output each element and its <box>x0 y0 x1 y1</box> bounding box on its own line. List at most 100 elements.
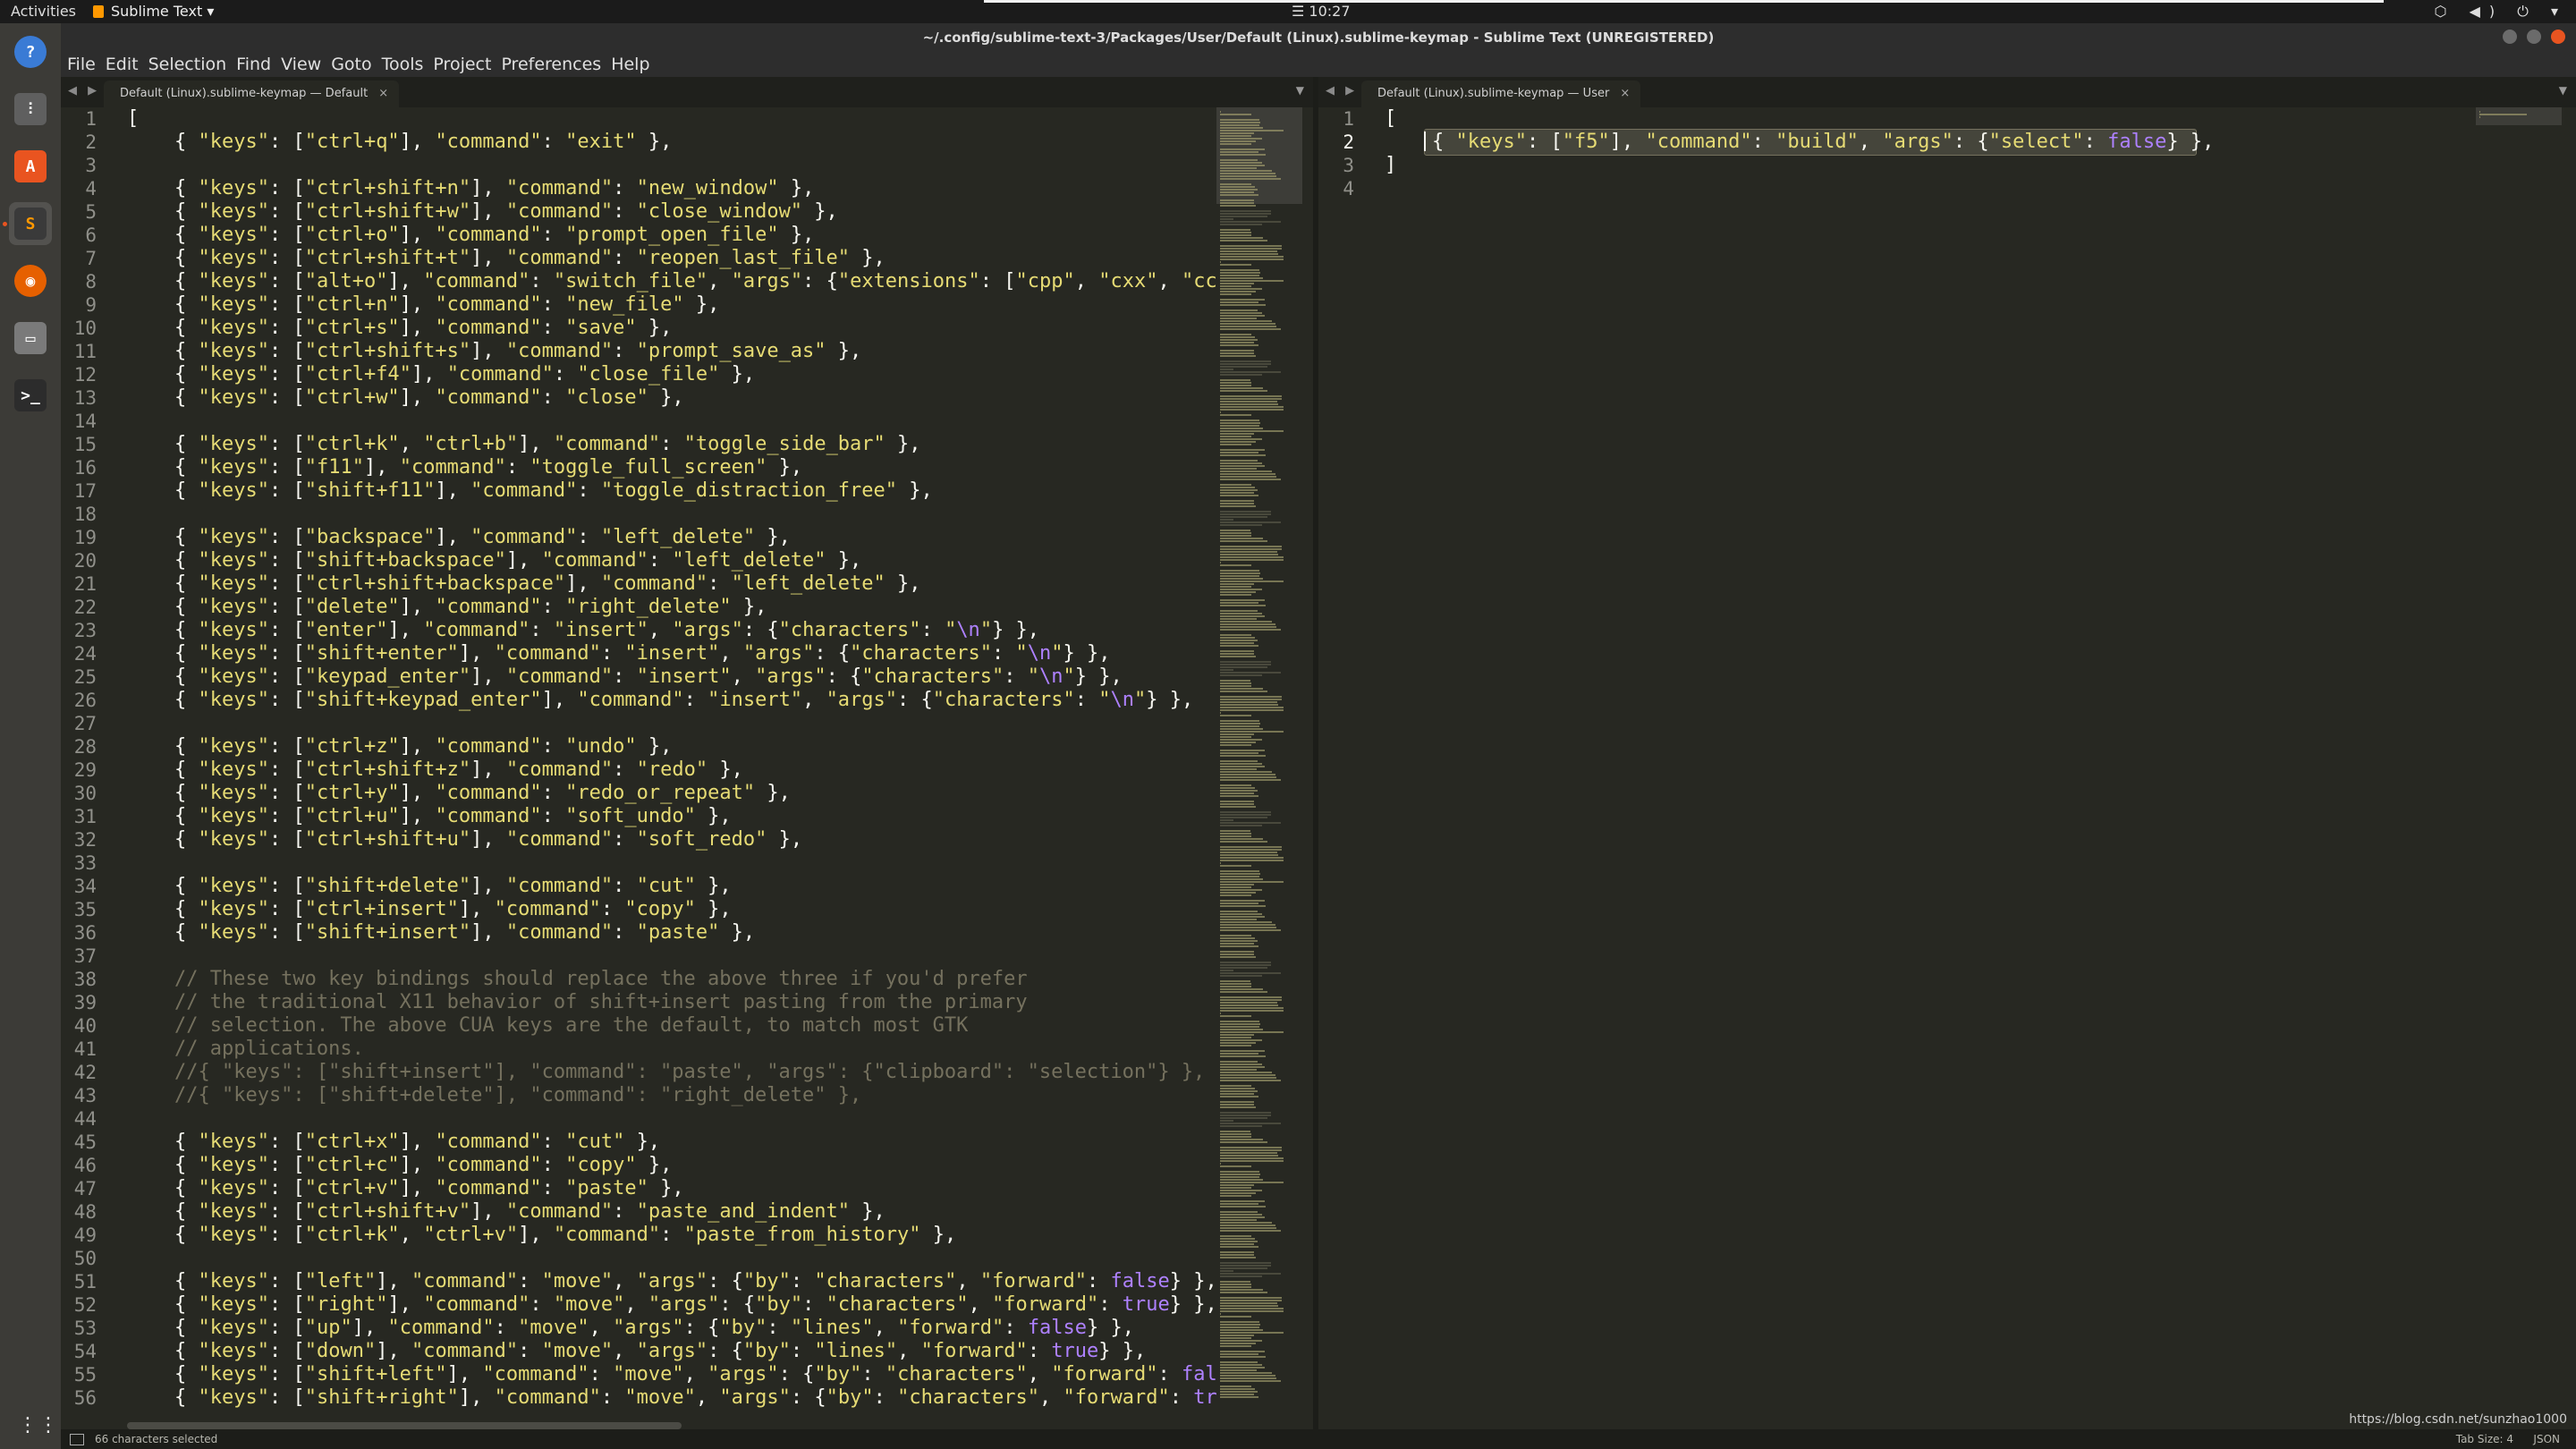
code-line[interactable]: { "keys": ["ctrl+shift+v"], "command": "… <box>127 1200 1188 1224</box>
dock-firefox[interactable]: ◉ <box>9 259 52 302</box>
tab-dropdown-icon[interactable]: ▼ <box>2559 84 2567 97</box>
right-editor-pane[interactable]: 1234 [ { "keys": ["f5"], "command": "bui… <box>1318 107 2576 1429</box>
menu-find[interactable]: Find <box>232 52 275 77</box>
left-editor-pane[interactable]: 1 2 3 4 5 6 7 8 9 10 11 12 13 14 15 16 17 18 19 20 21 22 23 24 2… <box>61 107 1313 1429</box>
code-line[interactable]: { "keys": ["f5"], "command": "build", "a… <box>1385 131 2478 154</box>
code-line[interactable]: { "keys": ["left"], "command": "move", "… <box>127 1270 1217 1293</box>
code-line[interactable] <box>127 1247 1188 1270</box>
menu-help[interactable]: Help <box>606 52 653 77</box>
code-line[interactable] <box>127 410 1188 433</box>
code-line[interactable] <box>127 503 1188 526</box>
code-line[interactable]: { "keys": ["alt+o"], "command": "switch_… <box>127 270 1241 293</box>
code-line[interactable] <box>1385 177 2478 200</box>
code-line[interactable]: { "keys": ["ctrl+n"], "command": "new_fi… <box>127 293 1188 317</box>
code-line[interactable]: { "keys": ["ctrl+z"], "command": "undo" … <box>127 735 1188 758</box>
code-line[interactable] <box>127 712 1188 735</box>
code-line[interactable]: { "keys": ["ctrl+k", "ctrl+v"], "command… <box>127 1224 1188 1247</box>
code-line[interactable]: { "keys": ["ctrl+shift+u"], "command": "… <box>127 828 1188 852</box>
code-line[interactable]: { "keys": ["ctrl+w"], "command": "close"… <box>127 386 1188 410</box>
code-line[interactable] <box>127 945 1188 968</box>
code-line[interactable] <box>127 154 1188 177</box>
app-menu[interactable]: Sublime Text ▾ <box>93 3 214 20</box>
code-line[interactable]: { "keys": ["ctrl+shift+t"], "command": "… <box>127 247 1188 270</box>
code-line[interactable]: { "keys": ["ctrl+v"], "command": "paste"… <box>127 1177 1188 1200</box>
close-window-button[interactable] <box>2551 30 2565 44</box>
horizontal-scrollbar[interactable] <box>127 1422 682 1429</box>
code-line[interactable]: { "keys": ["enter"], "command": "insert"… <box>127 619 1188 642</box>
code-line[interactable]: // applications. <box>127 1038 1188 1061</box>
close-tab-icon[interactable]: × <box>1620 87 1630 100</box>
dock-sublime-text[interactable]: S <box>9 202 52 245</box>
dock-help[interactable]: ? <box>9 30 52 73</box>
tab-user-keymap[interactable]: Default (Linux).sublime-keymap — User × <box>1361 80 1641 107</box>
code-line[interactable]: { "keys": ["ctrl+k", "ctrl+b"], "command… <box>127 433 1188 456</box>
clock[interactable]: ☰ 10:27 <box>1292 3 1351 20</box>
code-line[interactable] <box>127 852 1188 875</box>
code-line[interactable]: { "keys": ["ctrl+q"], "command": "exit" … <box>127 131 1188 154</box>
code-line[interactable]: { "keys": ["ctrl+c"], "command": "copy" … <box>127 1154 1188 1177</box>
panel-toggle-icon[interactable] <box>70 1434 84 1445</box>
code-line[interactable]: { "keys": ["down"], "command": "move", "… <box>127 1340 1188 1363</box>
menu-project[interactable]: Project <box>428 52 495 77</box>
code-line[interactable]: { "keys": ["shift+enter"], "command": "i… <box>127 642 1188 665</box>
menu-view[interactable]: View <box>276 52 325 77</box>
dock-file-manager[interactable]: ▭ <box>9 317 52 360</box>
tab-default-keymap[interactable]: Default (Linux).sublime-keymap — Default… <box>104 80 400 107</box>
minimap[interactable] <box>1216 107 1302 1429</box>
code-area[interactable]: [ { "keys": ["ctrl+q"], "command": "exit… <box>127 107 1241 1410</box>
tab-dropdown-icon[interactable]: ▼ <box>1296 84 1304 97</box>
code-line[interactable]: { "keys": ["right"], "command": "move", … <box>127 1293 1217 1317</box>
code-line[interactable]: [ <box>127 107 1188 131</box>
code-line[interactable]: { "keys": ["shift+f11"], "command": "tog… <box>127 479 1188 503</box>
code-line[interactable]: { "keys": ["shift+right"], "command": "m… <box>127 1386 1241 1410</box>
code-line[interactable]: { "keys": ["ctrl+s"], "command": "save" … <box>127 317 1188 340</box>
system-tray[interactable]: ⬡ ◀) ⏻ ▾ <box>2435 3 2567 21</box>
dock-terminal[interactable]: >_ <box>9 374 52 417</box>
menu-file[interactable]: File <box>63 52 99 77</box>
code-line[interactable]: { "keys": ["ctrl+u"], "command": "soft_u… <box>127 805 1188 828</box>
code-line[interactable]: { "keys": ["f11"], "command": "toggle_fu… <box>127 456 1188 479</box>
code-line[interactable]: { "keys": ["shift+backspace"], "command"… <box>127 549 1188 572</box>
menu-selection[interactable]: Selection <box>144 52 231 77</box>
code-line[interactable]: { "keys": ["keypad_enter"], "command": "… <box>127 665 1188 689</box>
dock-settings[interactable]: ⫶ <box>9 88 52 131</box>
dock-software-center[interactable]: A <box>9 145 52 188</box>
menu-goto[interactable]: Goto <box>326 52 375 77</box>
code-line[interactable]: { "keys": ["ctrl+shift+z"], "command": "… <box>127 758 1188 782</box>
code-line[interactable]: { "keys": ["ctrl+shift+s"], "command": "… <box>127 340 1188 363</box>
code-line[interactable]: { "keys": ["ctrl+shift+n"], "command": "… <box>127 177 1188 200</box>
code-line[interactable]: { "keys": ["ctrl+insert"], "command": "c… <box>127 898 1188 921</box>
minimap[interactable] <box>2476 107 2562 1429</box>
code-line[interactable]: //{ "keys": ["shift+delete"], "command":… <box>127 1084 1188 1107</box>
code-line[interactable]: ] <box>1385 154 2478 177</box>
code-line[interactable]: { "keys": ["shift+delete"], "command": "… <box>127 875 1188 898</box>
activities-button[interactable]: Activities <box>11 3 76 20</box>
minimap-viewport[interactable] <box>2476 107 2562 125</box>
minimize-button[interactable] <box>2503 30 2518 44</box>
close-tab-icon[interactable]: × <box>378 87 388 100</box>
code-line[interactable]: { "keys": ["up"], "command": "move", "ar… <box>127 1317 1188 1340</box>
code-line[interactable]: { "keys": ["ctrl+shift+w"], "command": "… <box>127 200 1188 224</box>
code-line[interactable]: { "keys": ["ctrl+x"], "command": "cut" }… <box>127 1131 1188 1154</box>
code-line[interactable]: // selection. The above CUA keys are the… <box>127 1014 1188 1038</box>
code-line[interactable]: // the traditional X11 behavior of shift… <box>127 991 1188 1014</box>
code-line[interactable] <box>127 1107 1188 1131</box>
tab-size-indicator[interactable]: Tab Size: 4 <box>2456 1429 2513 1449</box>
menu-tools[interactable]: Tools <box>377 52 428 77</box>
code-line[interactable]: { "keys": ["shift+left"], "command": "mo… <box>127 1363 1241 1386</box>
code-line[interactable]: { "keys": ["delete"], "command": "right_… <box>127 596 1188 619</box>
code-line[interactable]: { "keys": ["ctrl+y"], "command": "redo_o… <box>127 782 1188 805</box>
code-line[interactable]: { "keys": ["ctrl+o"], "command": "prompt… <box>127 224 1188 247</box>
code-area[interactable]: [ { "keys": ["f5"], "command": "build", … <box>1385 107 2478 200</box>
maximize-button[interactable] <box>2527 30 2542 44</box>
code-line[interactable]: { "keys": ["backspace"], "command": "lef… <box>127 526 1188 549</box>
window-title-bar[interactable]: ~/.config/sublime-text-3/Packages/User/D… <box>61 23 2576 52</box>
menu-preferences[interactable]: Preferences <box>496 52 605 77</box>
tab-nav-arrows[interactable]: ◀ ▶ <box>1326 84 1358 97</box>
code-line[interactable]: [ <box>1385 107 2478 131</box>
code-line[interactable]: { "keys": ["ctrl+shift+backspace"], "com… <box>127 572 1188 596</box>
code-line[interactable]: //{ "keys": ["shift+insert"], "command":… <box>127 1061 1205 1084</box>
tab-nav-arrows[interactable]: ◀ ▶ <box>68 84 100 97</box>
code-line[interactable]: { "keys": ["shift+keypad_enter"], "comma… <box>127 689 1193 712</box>
syntax-indicator[interactable]: JSON <box>2533 1429 2560 1449</box>
